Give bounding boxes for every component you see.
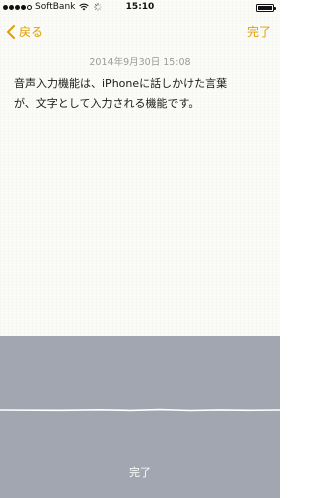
back-button[interactable]: 戻る: [6, 23, 43, 40]
navigation-bar: 戻る 完了: [0, 16, 280, 48]
note-line: が、文字として入力される機能です。: [14, 97, 200, 110]
note-date: 2014年9月30日 15:08: [89, 57, 191, 68]
status-bar: SoftBank 15:10: [0, 0, 280, 16]
notes-screen: SoftBank 15:10 戻る 完了 2014年9月30日 15:08 音声…: [0, 0, 280, 498]
chevron-left-icon: [7, 24, 15, 39]
back-button-label: 戻る: [19, 25, 44, 39]
note-text-area[interactable]: 音声入力機能は、iPhoneに話しかけた言葉 が、文字として入力される機能です。: [14, 74, 270, 114]
battery-icon: [256, 4, 276, 12]
note-line: 音声入力機能は、iPhoneに話しかけた言葉: [14, 77, 228, 90]
status-time: 15:10: [125, 2, 155, 12]
dictation-panel: 完了: [0, 336, 280, 498]
note-paper[interactable]: SoftBank 15:10 戻る 完了 2014年9月30日 15:08 音声…: [0, 0, 280, 336]
dictation-waveform: [0, 408, 280, 412]
done-button[interactable]: 完了: [247, 23, 271, 40]
dictation-done-button[interactable]: 完了: [0, 464, 280, 480]
